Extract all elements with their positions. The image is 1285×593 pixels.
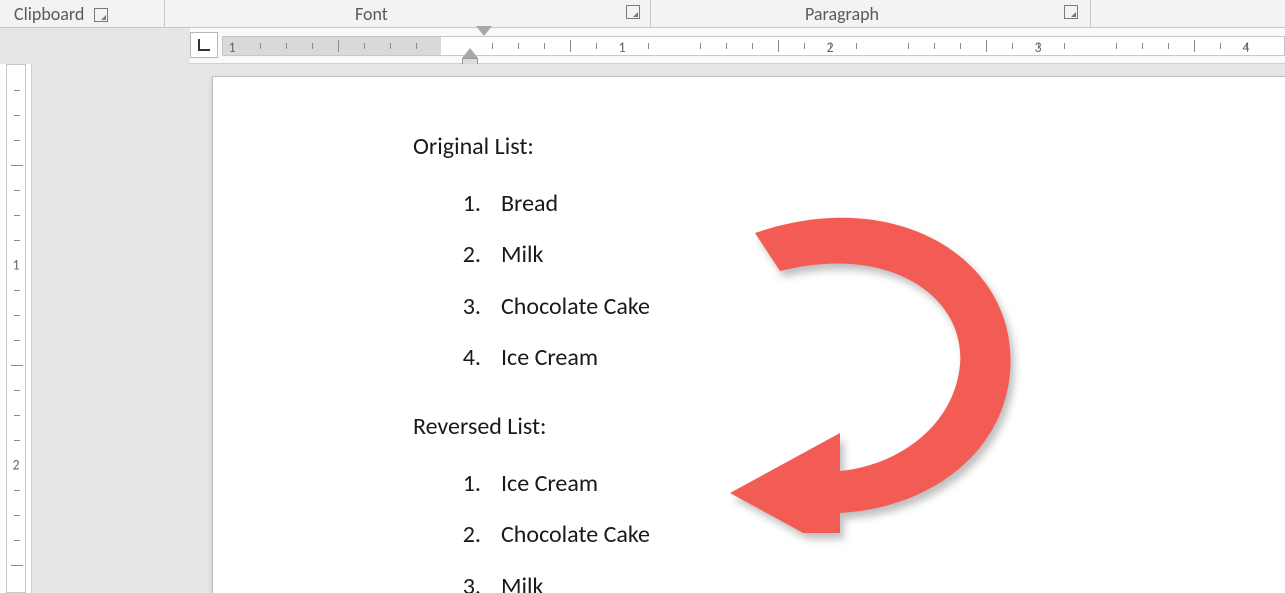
list-item: 2.Chocolate Cake xyxy=(459,513,650,556)
ruler-number: 3 xyxy=(1034,39,1041,56)
ribbon-separator xyxy=(1090,0,1091,27)
ribbon-group-paragraph-label: Paragraph xyxy=(805,3,879,25)
dialog-launcher-icon[interactable] xyxy=(94,8,108,22)
ruler-number: 2 xyxy=(826,39,833,56)
first-line-indent-marker[interactable] xyxy=(476,26,492,36)
list-item: 3.Milk xyxy=(459,565,650,593)
ruler-number: 1 xyxy=(228,39,235,56)
vruler-number: 1 xyxy=(12,257,19,274)
tab-stop-selector[interactable] xyxy=(190,32,218,58)
document-page[interactable]: Original List: 1.Bread 2.Milk 3.Chocolat… xyxy=(212,76,1285,593)
horizontal-ruler[interactable]: 1 1 2 xyxy=(190,28,1285,64)
ribbon-group-clipboard: Clipboard xyxy=(14,3,108,25)
list-item: 3.Chocolate Cake xyxy=(459,285,650,328)
ruler-number: 1 xyxy=(618,39,625,56)
list-item: 2.Milk xyxy=(459,233,650,276)
list-item: 1.Ice Cream xyxy=(459,462,650,505)
tab-left-icon xyxy=(198,39,210,51)
hanging-indent-marker[interactable] xyxy=(462,48,478,58)
heading-original[interactable]: Original List: xyxy=(413,125,650,168)
list-item: 1.Bread xyxy=(459,182,650,225)
dialog-launcher-icon[interactable] xyxy=(626,5,640,19)
reversed-list[interactable]: 1.Ice Cream 2.Chocolate Cake 3.Milk 4.Br… xyxy=(459,462,650,593)
ribbon-separator xyxy=(650,0,651,27)
list-item: 4.Ice Cream xyxy=(459,336,650,379)
original-list[interactable]: 1.Bread 2.Milk 3.Chocolate Cake 4.Ice Cr… xyxy=(459,182,650,379)
ruler-ticks: 1 1 2 xyxy=(222,36,1285,56)
ribbon-separator xyxy=(164,0,165,27)
heading-reversed[interactable]: Reversed List: xyxy=(413,405,650,448)
ruler-number: 4 xyxy=(1242,39,1249,56)
ribbon-group-font: Font xyxy=(355,3,388,25)
ribbon-group-labels: Clipboard Font Paragraph xyxy=(0,0,1285,28)
document-content[interactable]: Original List: 1.Bread 2.Milk 3.Chocolat… xyxy=(413,125,650,593)
vertical-ruler[interactable]: 1 2 xyxy=(0,64,32,593)
ribbon-group-paragraph: Paragraph xyxy=(805,3,879,25)
vruler-track: 1 2 xyxy=(6,64,26,593)
ribbon-group-font-label: Font xyxy=(355,3,388,25)
ribbon-group-clipboard-label: Clipboard xyxy=(14,3,84,25)
dialog-launcher-icon[interactable] xyxy=(1064,5,1078,19)
page-gutter: Original List: 1.Bread 2.Milk 3.Chocolat… xyxy=(32,64,1285,593)
vruler-number: 2 xyxy=(12,457,19,474)
